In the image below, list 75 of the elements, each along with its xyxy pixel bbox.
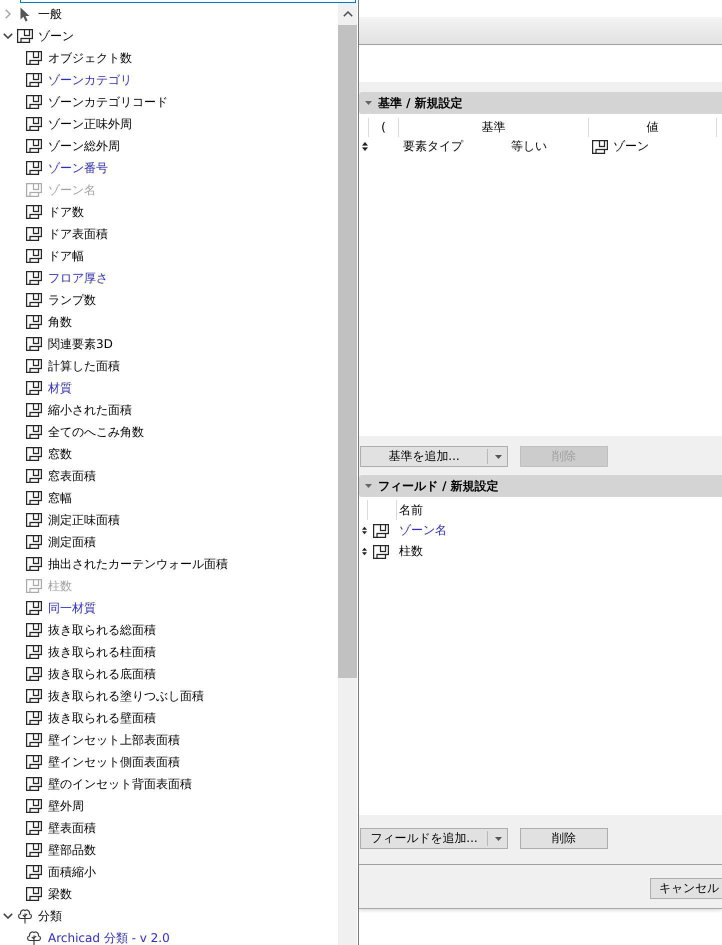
floor-plan-icon: [373, 544, 389, 558]
tree-item[interactable]: 測定正味面積: [48, 512, 120, 528]
tree-item[interactable]: 抜き取られる総面積: [48, 622, 156, 638]
tree-item[interactable]: 梁数: [48, 886, 72, 902]
collapse-triangle-icon[interactable]: [365, 484, 372, 488]
table-cell: 等しい: [511, 138, 547, 155]
tree-item[interactable]: ドア数: [48, 204, 84, 220]
footer-button[interactable]: キャンセル: [650, 878, 722, 899]
tree-item[interactable]: 面積縮小: [48, 864, 96, 880]
tree-item[interactable]: 壁インセット側面表面積: [48, 754, 180, 770]
up-down-arrows-icon[interactable]: [362, 547, 367, 556]
tree-item[interactable]: 窓表面積: [48, 468, 96, 484]
tree-item[interactable]: Archicad 分類 - v 2.0: [48, 930, 170, 945]
floor-plan-icon: [592, 140, 608, 154]
chevron-down-icon[interactable]: [3, 33, 13, 39]
floor-plan-icon: [373, 524, 389, 538]
search-field[interactable]: [20, 0, 356, 3]
scrollbar-thumb[interactable]: [338, 25, 357, 678]
tree-item[interactable]: ゾーン番号: [48, 160, 108, 176]
tree-item[interactable]: 壁のインセット背面表面積: [48, 776, 192, 792]
up-down-arrows-icon[interactable]: [362, 142, 368, 151]
add-button[interactable]: 基準を追加...: [360, 446, 508, 467]
table-cell: 柱数: [399, 544, 423, 558]
tree-item[interactable]: ゾーン正味外周: [48, 116, 132, 132]
chevron-up-icon: [342, 11, 352, 17]
tree-icon: [17, 908, 33, 924]
table-cell-text: 要素タイプ: [402, 138, 464, 155]
tree-item[interactable]: ドア幅: [48, 248, 84, 264]
scrollbar-track[interactable]: [338, 3, 357, 945]
caret-icon[interactable]: [495, 836, 502, 840]
add-button[interactable]: フィールドを追加...: [360, 828, 508, 849]
tree-item[interactable]: 抽出されたカーテンウォール面積: [48, 556, 228, 572]
tree-item[interactable]: フロア厚さ: [48, 270, 108, 286]
tree-item[interactable]: 窓数: [48, 446, 72, 462]
cursor-icon: [20, 6, 30, 22]
tree-item[interactable]: 壁外周: [48, 798, 84, 814]
section-header[interactable]: 基準 / 新規設定: [359, 92, 722, 114]
tree-item[interactable]: ゾーンカテゴリコード: [48, 94, 168, 110]
tree-item[interactable]: 計算した面積: [48, 358, 120, 374]
column-header[interactable]: 値: [588, 118, 716, 137]
tree-item[interactable]: 壁表面積: [48, 820, 96, 836]
tree-item[interactable]: 抜き取られる底面積: [48, 666, 156, 682]
tree-item[interactable]: 測定面積: [48, 534, 96, 550]
floor-plan-icon: [17, 29, 33, 43]
tree-item[interactable]: 窓幅: [48, 490, 72, 506]
tree-item[interactable]: 壁部品数: [48, 842, 96, 858]
table-cell: ゾーン名: [399, 523, 447, 537]
chevron-down-icon[interactable]: [3, 913, 13, 919]
delete-button[interactable]: 削除: [520, 828, 608, 849]
tree-item[interactable]: 一般: [38, 6, 62, 22]
up-down-arrows-icon[interactable]: [362, 526, 367, 535]
tree-item[interactable]: 全てのへこみ角数: [48, 424, 144, 440]
tree-item[interactable]: 抜き取られる壁面積: [48, 710, 156, 726]
caret-icon[interactable]: [495, 454, 502, 458]
tree-item[interactable]: 材質: [48, 380, 72, 396]
section-header[interactable]: フィールド / 新規設定: [359, 475, 722, 497]
collapse-triangle-icon[interactable]: [365, 101, 372, 105]
tree-item[interactable]: ゾーン総外周: [48, 138, 120, 154]
tree-item[interactable]: オブジェクト数: [48, 50, 132, 66]
tree-item[interactable]: 分類: [38, 908, 62, 924]
tree-item[interactable]: ドア表面積: [48, 226, 108, 242]
tree-item[interactable]: ゾーン: [38, 28, 74, 44]
table-cell: ゾーン: [613, 138, 649, 155]
column-header[interactable]: 名前: [396, 500, 722, 520]
column-header[interactable]: (: [368, 118, 398, 137]
column-header[interactable]: 基準: [398, 118, 588, 137]
tree-item[interactable]: 縮小された面積: [48, 402, 132, 418]
tree-item[interactable]: ゾーンカテゴリ: [48, 72, 132, 88]
tree-item[interactable]: 関連要素3D: [48, 336, 113, 352]
tree-item[interactable]: 壁インセット上部表面積: [48, 732, 180, 748]
tree-item[interactable]: 角数: [48, 314, 72, 330]
tree-item[interactable]: 抜き取られる塗りつぶし面積: [48, 688, 204, 704]
tree-item[interactable]: 同一材質: [48, 600, 96, 616]
tree-item[interactable]: ランプ数: [48, 292, 96, 308]
tree-item[interactable]: 抜き取られる柱面積: [48, 644, 156, 660]
